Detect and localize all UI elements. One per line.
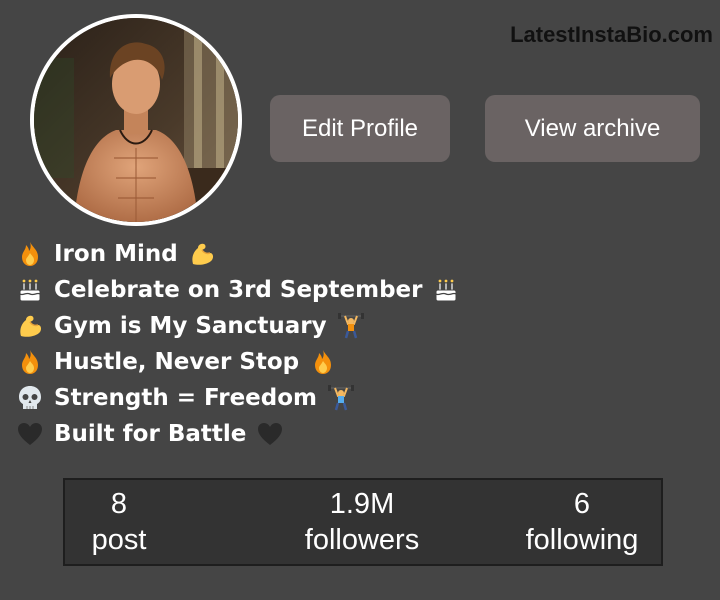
birthday-cake-icon (16, 276, 44, 304)
followers-count: 1.9M (329, 488, 395, 520)
bio-text: Iron Mind (54, 241, 178, 267)
flexed-biceps-icon (16, 312, 44, 340)
bio-line: Built for Battle (16, 416, 616, 452)
flexed-biceps-icon (188, 240, 216, 268)
profile-photo (34, 18, 238, 222)
fire-icon (16, 240, 44, 268)
watermark: LatestInstaBio.com (510, 22, 713, 47)
bio: Iron Mind Celebrate on 3rd September Gym… (16, 236, 616, 452)
bio-line: Hustle, Never Stop (16, 344, 616, 380)
profile-avatar[interactable] (30, 14, 242, 226)
bio-line: Strength = Freedom (16, 380, 616, 416)
black-heart-icon (16, 420, 44, 448)
bio-line: Celebrate on 3rd September (16, 272, 616, 308)
fire-icon (16, 348, 44, 376)
weight-lifter-icon (327, 384, 355, 412)
bio-text: Built for Battle (54, 421, 247, 447)
bio-text: Gym is My Sanctuary (54, 313, 327, 339)
bio-text: Celebrate on 3rd September (54, 277, 423, 303)
following-count: 6 (573, 488, 591, 520)
bio-text: Strength = Freedom (54, 385, 318, 411)
edit-profile-button[interactable]: Edit Profile (270, 95, 450, 162)
profile-stats: 8 post 1.9M followers 6 following (63, 478, 663, 566)
posts-label: post (91, 524, 147, 556)
weight-lifter-icon (337, 312, 365, 340)
black-heart-icon (256, 420, 284, 448)
bio-text: Hustle, Never Stop (54, 349, 300, 375)
bio-line: Gym is My Sanctuary (16, 308, 616, 344)
followers-stat[interactable]: 1.9M followers (272, 486, 452, 558)
skull-icon (16, 384, 44, 412)
bio-line: Iron Mind (16, 236, 616, 272)
birthday-cake-icon (432, 276, 460, 304)
followers-label: followers (304, 524, 420, 556)
following-label: following (525, 524, 639, 556)
posts-count: 8 (110, 488, 128, 520)
following-stat[interactable]: 6 following (492, 486, 672, 558)
fire-icon (309, 348, 337, 376)
view-archive-button[interactable]: View archive (485, 95, 700, 162)
posts-stat[interactable]: 8 post (29, 486, 209, 558)
